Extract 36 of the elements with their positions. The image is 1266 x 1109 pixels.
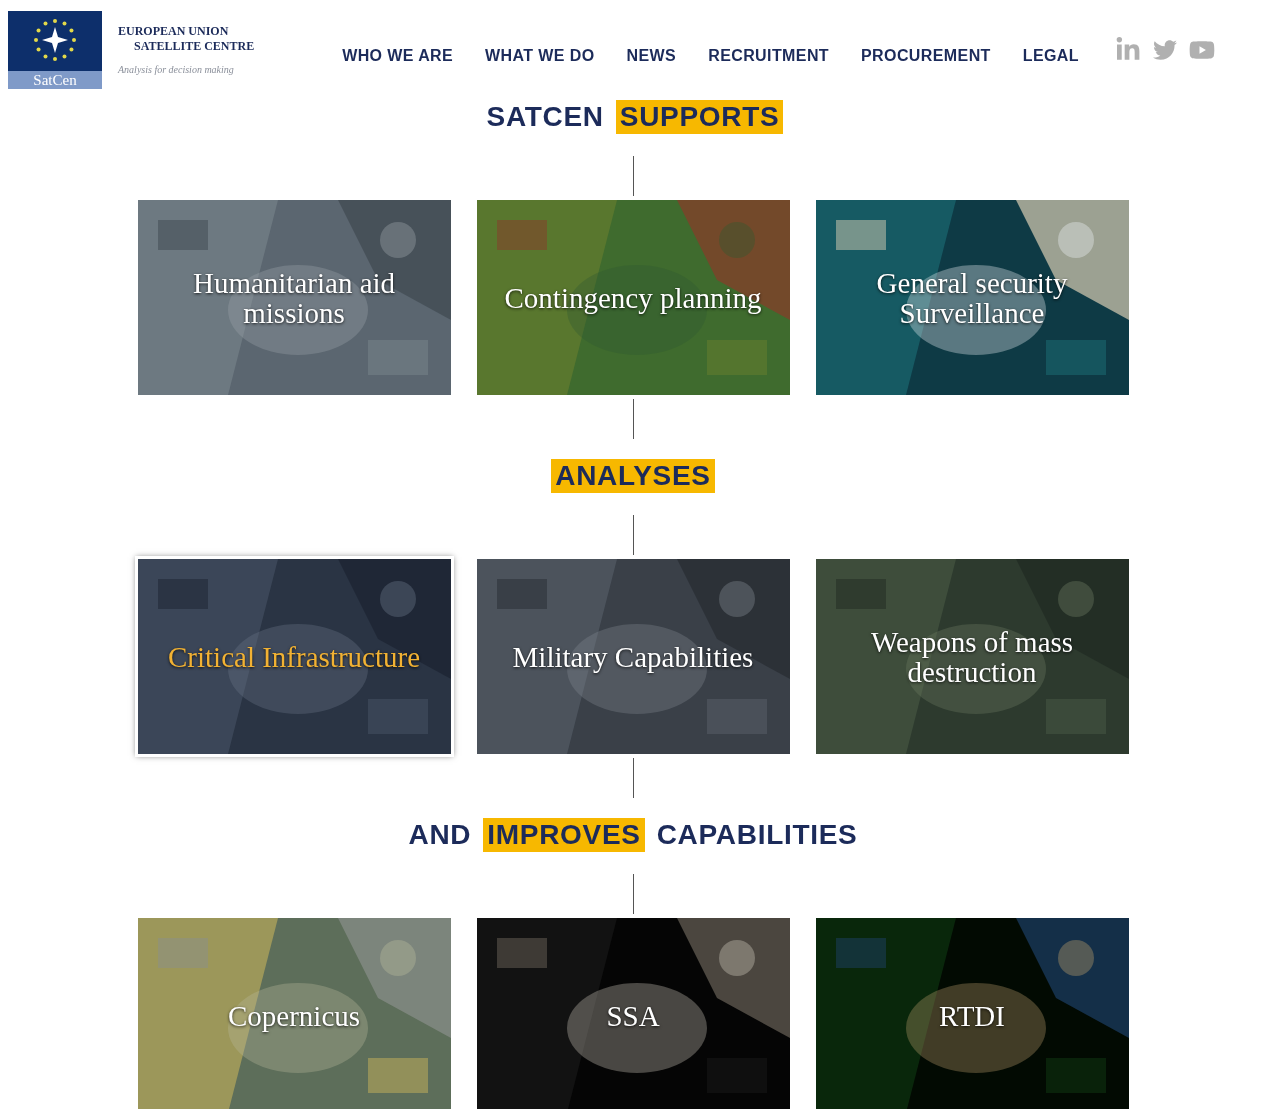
logo-badge-text: SatCen xyxy=(8,71,102,89)
category-tile[interactable]: Contingency planning xyxy=(476,200,790,395)
category-tile[interactable]: Copernicus xyxy=(137,918,451,1109)
category-tile[interactable]: Military Capabilities xyxy=(476,559,790,754)
category-tile[interactable]: Humanitarian aid missions xyxy=(137,200,451,395)
category-tile[interactable]: General security Surveillance xyxy=(815,200,1129,395)
tile-title: Contingency planning xyxy=(503,282,763,313)
nav-link[interactable]: NEWS xyxy=(626,44,677,68)
organization-name: SATELLITE CENTRE xyxy=(133,38,255,54)
category-tile[interactable]: Weapons of mass destruction xyxy=(815,559,1129,754)
tagline: Analysis for decision making xyxy=(118,62,235,77)
tile-title: SSA xyxy=(605,1000,661,1031)
nav-link[interactable]: RECRUITMENT xyxy=(708,44,830,68)
tile-title: Copernicus xyxy=(226,1000,362,1031)
organization-name: EUROPEAN UNION xyxy=(118,23,230,39)
tile-title: RTDI xyxy=(938,1000,1006,1031)
tile-title: Military Capabilities xyxy=(511,641,755,672)
twitter-icon[interactable] xyxy=(1153,38,1177,62)
linkedin-icon[interactable] xyxy=(1115,37,1141,63)
nav-link[interactable]: WHAT WE DO xyxy=(485,44,595,68)
section-heading: AND xyxy=(407,818,473,852)
section-heading: SATCEN xyxy=(485,100,605,134)
tile-title: Humanitarian aid missions xyxy=(191,267,397,328)
category-tile[interactable]: SSA xyxy=(476,918,790,1109)
category-tile[interactable]: Critical Infrastructure xyxy=(137,559,451,754)
nav-link[interactable]: WHO WE ARE xyxy=(342,44,454,68)
tile-title: General security Surveillance xyxy=(875,267,1069,328)
section-heading: SUPPORTS xyxy=(615,100,784,134)
section-heading: IMPROVES xyxy=(483,818,645,852)
section-heading: ANALYSES xyxy=(551,459,715,493)
tile-title: Weapons of mass destruction xyxy=(869,626,1075,687)
tile-title: Critical Infrastructure xyxy=(167,641,421,672)
nav-link[interactable]: LEGAL xyxy=(1022,44,1079,68)
nav-link[interactable]: PROCUREMENT xyxy=(861,44,991,68)
category-tile[interactable]: RTDI xyxy=(815,918,1129,1109)
section-heading: CAPABILITIES xyxy=(655,818,859,852)
